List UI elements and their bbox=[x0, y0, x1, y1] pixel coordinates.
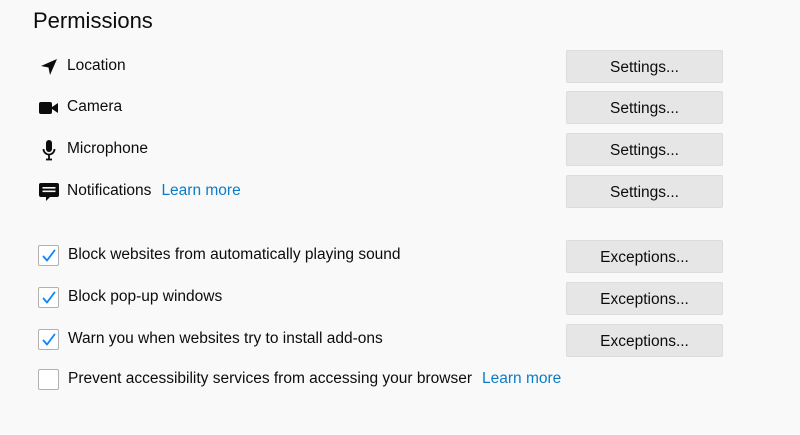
popups-exceptions-button[interactable]: Exceptions... bbox=[566, 282, 723, 315]
prevent-accessibility-checkbox[interactable] bbox=[38, 369, 59, 390]
microphone-settings-button[interactable]: Settings... bbox=[566, 133, 723, 166]
checkmark-icon bbox=[42, 291, 56, 304]
checkmark-icon bbox=[42, 249, 56, 262]
block-autoplay-checkbox[interactable] bbox=[38, 245, 59, 266]
option-row-prevent-accessibility: Prevent accessibility services from acce… bbox=[38, 364, 723, 398]
option-row-warn-addons: Warn you when websites try to install ad… bbox=[38, 324, 723, 358]
permission-row-location: Location Settings... bbox=[38, 50, 723, 84]
camera-settings-button[interactable]: Settings... bbox=[566, 91, 723, 124]
prevent-accessibility-label-text: Prevent accessibility services from acce… bbox=[68, 370, 472, 387]
warn-addons-label: Warn you when websites try to install ad… bbox=[68, 330, 383, 347]
notifications-label-text: Notifications bbox=[67, 182, 152, 199]
block-popups-label: Block pop-up windows bbox=[68, 288, 223, 305]
location-settings-button[interactable]: Settings... bbox=[566, 50, 723, 83]
addons-exceptions-button[interactable]: Exceptions... bbox=[566, 324, 723, 357]
permission-label-microphone: Microphone bbox=[67, 140, 148, 157]
accessibility-learn-more-link[interactable]: Learn more bbox=[482, 370, 561, 387]
section-title: Permissions bbox=[33, 8, 153, 33]
camera-icon bbox=[38, 97, 60, 119]
option-row-block-autoplay: Block websites from automatically playin… bbox=[38, 240, 723, 274]
autoplay-exceptions-button[interactable]: Exceptions... bbox=[566, 240, 723, 273]
notifications-learn-more-link[interactable]: Learn more bbox=[161, 182, 240, 199]
permission-label-location: Location bbox=[67, 57, 126, 74]
block-autoplay-label: Block websites from automatically playin… bbox=[68, 246, 401, 263]
permission-row-microphone: Microphone Settings... bbox=[38, 133, 723, 167]
permission-label-notifications: Notifications Learn more bbox=[67, 182, 241, 200]
checkmark-icon bbox=[42, 333, 56, 346]
permission-label-camera: Camera bbox=[67, 98, 123, 115]
permission-row-notifications: Notifications Learn more Settings... bbox=[38, 175, 723, 209]
prevent-accessibility-label: Prevent accessibility services from acce… bbox=[68, 370, 561, 388]
permission-row-camera: Camera Settings... bbox=[38, 91, 723, 125]
notifications-settings-button[interactable]: Settings... bbox=[566, 175, 723, 208]
location-arrow-icon bbox=[38, 56, 60, 78]
warn-addons-checkbox[interactable] bbox=[38, 329, 59, 350]
block-popups-checkbox[interactable] bbox=[38, 287, 59, 308]
notification-bubble-icon bbox=[38, 181, 60, 203]
option-row-block-popups: Block pop-up windows Exceptions... bbox=[38, 282, 723, 316]
permissions-panel: Permissions Location Settings... Camera … bbox=[0, 0, 800, 435]
microphone-icon bbox=[38, 139, 60, 161]
